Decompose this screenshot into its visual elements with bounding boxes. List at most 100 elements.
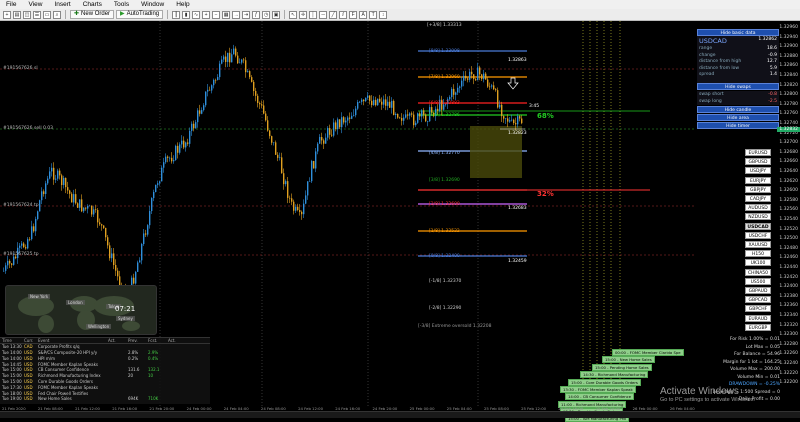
price-tick: 1.32480: [779, 245, 798, 251]
candle-body: [301, 211, 303, 215]
down-arrow-icon: [507, 77, 519, 90]
symbol-button-cadjpy[interactable]: CADJPY: [745, 195, 771, 202]
line-chart-icon[interactable]: ∿: [192, 10, 201, 19]
candle-body: [225, 56, 227, 62]
candle-body: [249, 71, 251, 78]
profiles-icon[interactable]: ▤: [13, 10, 21, 19]
calendar-header: Time: [2, 337, 12, 343]
news-event-box[interactable]: 15:00 - Pending Home Sales: [592, 364, 652, 371]
symbol-button-nzdusd[interactable]: NZDUSD: [745, 213, 771, 221]
menu-insert[interactable]: Insert: [48, 1, 76, 8]
hide-candle-button[interactable]: Hide candle: [697, 106, 779, 113]
calendar-header: Event: [38, 337, 50, 343]
price-tick: 1.32440: [779, 265, 798, 270]
hide-area-button[interactable]: Hide area: [697, 114, 779, 121]
news-event-box[interactable]: 15:00 - New Home Sales: [602, 356, 655, 363]
symbol-button-xauusd[interactable]: XAUUSD: [745, 241, 771, 248]
symbol-button-eurusd[interactable]: EURUSD: [745, 149, 771, 156]
candle-body: [425, 114, 427, 122]
symbol-button-china50[interactable]: CHINA50: [745, 268, 771, 276]
candle-body: [93, 209, 95, 215]
symbol-button-eurjpy[interactable]: EURJPY: [745, 176, 771, 184]
symbol-button-usdcad[interactable]: USDCAD: [745, 222, 771, 230]
autotrading-button[interactable]: ▶ AutoTrading: [116, 10, 164, 19]
symbol-button-h150[interactable]: H150: [745, 250, 771, 258]
calendar-row[interactable]: Tue 19:00 USD New Home Sales 694K 710K: [0, 396, 210, 402]
symbol-button-audusd[interactable]: AUDUSD: [745, 204, 771, 212]
price-tick: 1.32200: [779, 380, 798, 386]
basic-data-key: spread: [699, 72, 715, 77]
news-event-box[interactable]: 14:00 - CB Consumer Confidence: [565, 393, 635, 400]
candle-chart-icon[interactable]: ▮: [182, 10, 191, 19]
trendline-icon[interactable]: ╱: [329, 10, 338, 19]
symbol-button-gbpaud[interactable]: GBPAUD: [745, 287, 771, 294]
fibonacci-icon[interactable]: F: [349, 10, 358, 19]
menu-charts[interactable]: Charts: [77, 1, 108, 8]
price-tick: 1.32500: [779, 236, 798, 242]
cursor-icon[interactable]: ↖: [289, 10, 298, 19]
candle-body: [317, 143, 319, 152]
candle-body: [205, 91, 207, 106]
candle-body: [189, 130, 191, 144]
calendar-cell: S&P/CS Composite-20 HPI y/y: [38, 349, 98, 355]
bar-chart-icon[interactable]: ┃: [172, 10, 181, 19]
price-tick: 1.32880: [779, 53, 798, 59]
label-icon[interactable]: T: [369, 10, 378, 19]
new-chart-icon[interactable]: +: [3, 10, 11, 19]
text-icon[interactable]: A: [359, 10, 368, 19]
candle-body: [415, 122, 417, 126]
symbol-button-usdchf[interactable]: USDCHF: [745, 231, 771, 239]
crosshair-icon[interactable]: ✛: [299, 10, 308, 19]
menu-tools[interactable]: Tools: [108, 1, 135, 8]
calendar-cell: Tue 15:00: [2, 373, 22, 379]
candle-body: [9, 260, 11, 264]
candle-body: [515, 123, 517, 125]
candle-body: [233, 48, 235, 55]
news-event-box[interactable]: 15:00 - Core Durable Goods Orders: [568, 379, 641, 386]
vertical-line-icon[interactable]: │: [309, 10, 318, 19]
hide-timer-button[interactable]: Hide timer: [697, 122, 779, 129]
hide-swaps-button[interactable]: Hide swaps: [697, 83, 779, 90]
zoom-in-icon[interactable]: +: [202, 10, 211, 19]
indicators-icon[interactable]: ƒ: [252, 10, 261, 19]
symbol-button-us500[interactable]: US500: [745, 277, 771, 285]
candle-body: [215, 79, 217, 81]
market-watch-icon[interactable]: ◫: [23, 10, 31, 19]
periods-icon[interactable]: ◷: [262, 10, 271, 19]
candle-body: [83, 207, 85, 212]
news-event-box[interactable]: 14:30 - Richmond Manufacturing: [580, 371, 649, 378]
symbol-button-euraud[interactable]: EURAUD: [745, 314, 771, 322]
symbol-button-usdjpy[interactable]: USDJPY: [745, 167, 771, 175]
tile-icon[interactable]: ▦: [222, 10, 231, 19]
symbol-button-uk100[interactable]: UK100: [745, 259, 771, 267]
zoom-out-icon[interactable]: −: [212, 10, 221, 19]
menu-view[interactable]: View: [22, 1, 48, 8]
symbol-button-gbpchf[interactable]: GBPCHF: [745, 305, 771, 313]
channel-icon[interactable]: ⫽: [339, 10, 348, 19]
news-event-box[interactable]: 00:00 - FOMC Member Clarida Spe: [612, 349, 684, 356]
price-chart[interactable]: 68% 32% 3:45 Hide basic data USDCAD 1.32…: [0, 21, 800, 422]
symbol-button-gbpjpy[interactable]: GBPJPY: [745, 185, 771, 193]
menu-file[interactable]: File: [0, 1, 22, 8]
symbol-button-gbpusd[interactable]: GBPUSD: [745, 158, 771, 166]
new-order-button[interactable]: ✚ New Order: [70, 10, 115, 19]
symbol-button-gbpcad[interactable]: GBPCAD: [745, 296, 771, 304]
candle-body: [199, 110, 201, 114]
horizontal-line-icon[interactable]: ─: [319, 10, 328, 19]
navigator-icon[interactable]: ☰: [33, 10, 41, 19]
templates-icon[interactable]: ▣: [272, 10, 281, 19]
candle-body: [239, 62, 241, 64]
symbol-button-eurgbp[interactable]: EURGBP: [745, 323, 771, 331]
menu-window[interactable]: Window: [135, 1, 170, 8]
terminal-icon[interactable]: ▭: [43, 10, 51, 19]
candle-body: [23, 243, 25, 248]
shift-icon[interactable]: ⇥: [242, 10, 251, 19]
arrows-icon[interactable]: ↕: [379, 10, 388, 19]
news-event-box[interactable]: 13:30 - FOMC Member Kaplan Speak: [560, 386, 636, 393]
price-tick: 1.32760: [779, 111, 798, 117]
fib-level-label: [-1/8] 1.32370: [429, 279, 462, 284]
autoscroll-icon[interactable]: →: [232, 10, 241, 19]
hide-basic-data-button[interactable]: Hide basic data: [697, 29, 779, 36]
tester-icon[interactable]: ⌕: [53, 10, 61, 19]
menu-help[interactable]: Help: [170, 1, 195, 8]
